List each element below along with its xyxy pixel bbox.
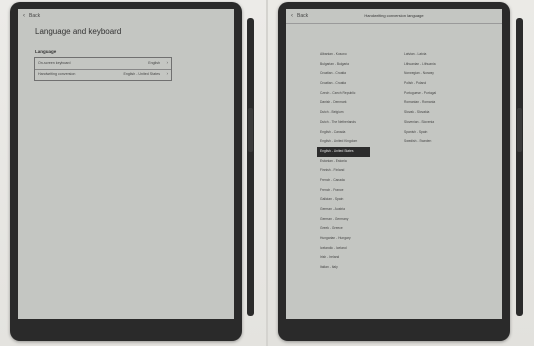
language-option[interactable]: Slovak - Slovakia xyxy=(401,108,454,118)
language-option[interactable]: Romanian - Romania xyxy=(401,98,454,108)
language-option[interactable]: Norwegian - Norway xyxy=(401,69,454,79)
language-list-column-2: Latvian - Latvia Lithuanian - Lithuania No… xyxy=(401,50,454,147)
keyboard-setting-label: On-screen keyboard xyxy=(38,61,71,65)
language-option[interactable]: Czech - Czech Republic xyxy=(317,89,370,99)
language-option[interactable]: Croatian - Croatia xyxy=(317,69,370,79)
language-option[interactable]: Spanish - Spain xyxy=(401,128,454,138)
header-divider xyxy=(286,23,502,24)
language-option[interactable]: Latvian - Latvia xyxy=(401,50,454,60)
language-option[interactable]: Greek - Greece xyxy=(317,224,370,234)
language-option[interactable]: Bulgarian - Bulgaria xyxy=(317,60,370,70)
language-option[interactable]: Albanian - Kosovo xyxy=(317,50,370,60)
language-option[interactable]: Icelandic - Iceland xyxy=(317,244,370,254)
language-option[interactable]: Danish - Denmark xyxy=(317,98,370,108)
language-option[interactable]: Irish - Ireland xyxy=(317,253,370,263)
language-option[interactable]: French - France xyxy=(317,186,370,196)
page-title: Language and keyboard xyxy=(35,27,122,36)
screen-title: Handwriting conversion language xyxy=(364,13,424,18)
language-option[interactable]: Croatian - Croatia xyxy=(317,79,370,89)
handwriting-setting-value: English - United States xyxy=(123,72,160,76)
language-option[interactable]: English - United States xyxy=(317,146,370,157)
language-option[interactable]: Dutch - The Netherlands xyxy=(317,118,370,128)
language-option[interactable]: English - Canada xyxy=(317,128,370,138)
language-option[interactable]: English - United Kingdom xyxy=(317,137,370,147)
language-option[interactable]: Polish - Poland xyxy=(401,79,454,89)
language-option[interactable]: German - Austria xyxy=(317,205,370,215)
language-option[interactable]: Swedish - Sweden xyxy=(401,137,454,147)
language-settings-box: On-screen keyboard English › Handwriting… xyxy=(34,57,172,81)
language-option[interactable]: Portuguese - Portugal xyxy=(401,89,454,99)
handwriting-setting-label: Handwriting conversion xyxy=(38,72,76,76)
language-option[interactable]: Estonian - Estonia xyxy=(317,157,370,167)
tablet-device: ‹ Back Language and keyboard Language On-… xyxy=(10,2,242,341)
stylus-pen xyxy=(516,18,523,316)
language-option[interactable]: Italian - Italy xyxy=(317,263,370,273)
stylus-pen xyxy=(247,18,254,316)
language-option[interactable]: Galician - Spain xyxy=(317,195,370,205)
keyboard-setting-value: English xyxy=(148,61,160,65)
section-label: Language xyxy=(35,49,57,54)
tablet-device: ‹ Back Handwriting conversion language Al… xyxy=(278,2,510,341)
language-option[interactable]: Finnish - Finland xyxy=(317,166,370,176)
back-label: Back xyxy=(29,13,41,19)
language-list-column-1: Albanian - Kosovo Bulgarian - Bulgaria Cro… xyxy=(317,50,370,273)
tablet-screen: ‹ Back Handwriting conversion language Al… xyxy=(286,9,502,319)
tablet-screen: ‹ Back Language and keyboard Language On-… xyxy=(18,9,234,319)
language-option[interactable]: German - Germany xyxy=(317,215,370,225)
language-option[interactable]: Dutch - Belgium xyxy=(317,108,370,118)
left-photo: ‹ Back Language and keyboard Language On-… xyxy=(0,0,266,346)
chevron-right-icon: › xyxy=(166,60,169,65)
language-option[interactable]: Hungarian - Hungary xyxy=(317,234,370,244)
right-photo: ‹ Back Handwriting conversion language Al… xyxy=(268,0,534,346)
chevron-left-icon: ‹ xyxy=(23,13,25,19)
language-option[interactable]: French - Canada xyxy=(317,176,370,186)
handwriting-setting-row[interactable]: Handwriting conversion English - United … xyxy=(35,69,171,80)
language-option[interactable]: Lithuanian - Lithuania xyxy=(401,60,454,70)
back-button[interactable]: ‹ Back xyxy=(23,13,40,19)
top-bar: ‹ Back xyxy=(18,9,234,25)
chevron-right-icon: › xyxy=(166,71,169,76)
language-option[interactable]: Slovenian - Slovenia xyxy=(401,118,454,128)
